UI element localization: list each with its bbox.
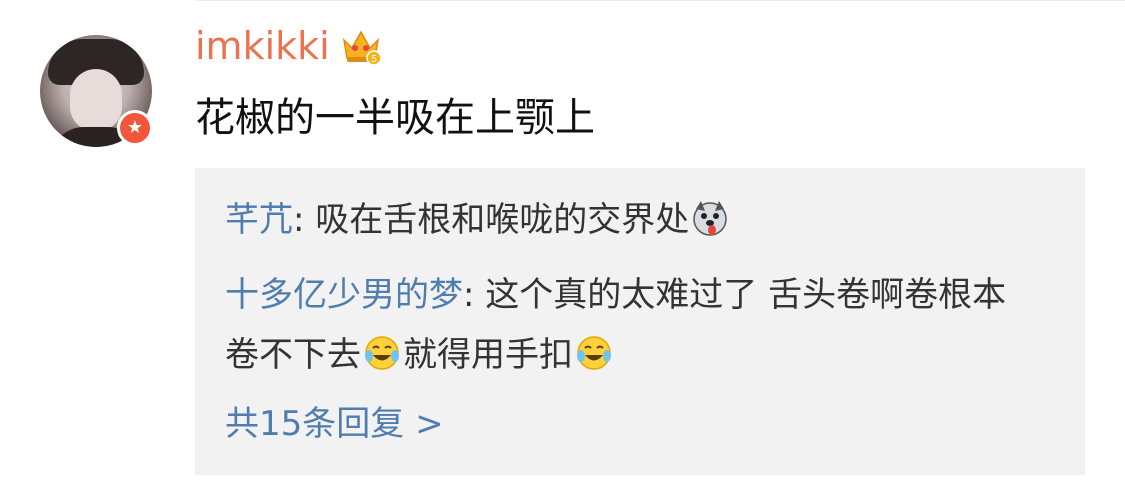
comment-username[interactable]: imkikki [195,20,330,72]
reply-item[interactable]: 十多亿少男的梦: 这个真的太难过了 舌头卷啊卷根本卷不下去 就得用手扣 [225,265,1025,385]
reply-username[interactable]: 芊芁 [225,200,293,240]
crown-icon[interactable]: 5 [340,26,382,66]
reply-text: 吸在舌根和喉咙的交界处 [315,200,690,240]
comment-text: 花椒的一半吸在上颚上 [195,95,595,141]
more-replies-link[interactable]: 共15条回复 > [225,396,444,452]
replies-box[interactable]: 芊芁: 吸在舌根和喉咙的交界处 十多亿少男的梦: 这个真的太难过了 舌头卷啊卷根… [195,168,1085,475]
reply-item[interactable]: 芊芁: 吸在舌根和喉咙的交界处 [225,190,1025,250]
avatar-face [70,69,122,131]
reply-colon: : [463,275,486,315]
laugh-cry-emoji [365,336,399,370]
top-divider [195,0,1125,1]
laugh-cry-emoji [577,336,611,370]
star-badge-icon: ★ [117,110,153,146]
reply-colon: : [293,200,316,240]
husky-tongue-emoji [693,201,728,236]
chevron-right-icon: > [415,404,444,444]
reply-text: 就得用手扣 [403,335,573,375]
vip-level-label: 5 [371,54,377,65]
reply-username[interactable]: 十多亿少男的梦 [225,275,463,315]
more-replies-label: 共15条回复 [225,404,405,444]
